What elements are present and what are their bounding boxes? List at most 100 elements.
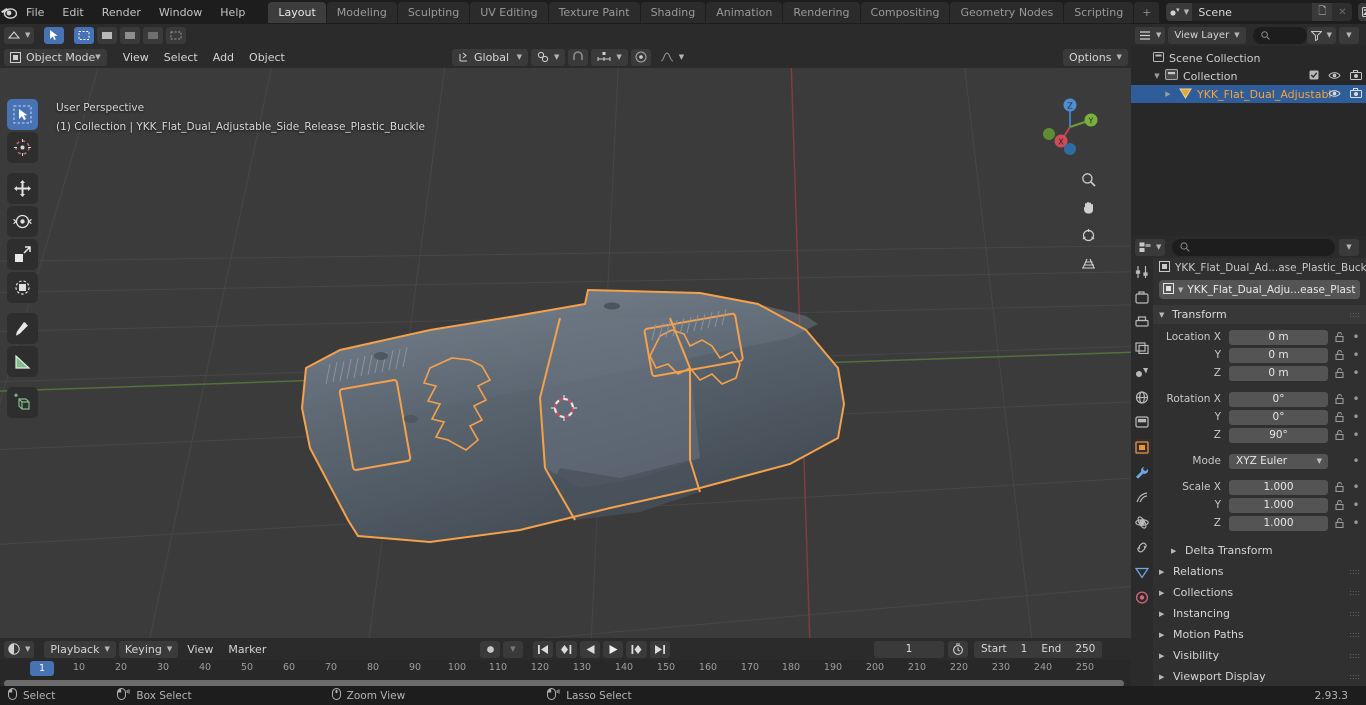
workspace-tab-sculpting[interactable]: Sculpting bbox=[397, 1, 470, 23]
render-tab[interactable] bbox=[1133, 289, 1151, 305]
panel-relations[interactable]: ▶ Relations :::: bbox=[1153, 561, 1366, 582]
snap-target-dropdown[interactable]: ▼ bbox=[531, 48, 566, 66]
timeline-menu-view[interactable]: View bbox=[181, 641, 219, 658]
prev-keyframe-button[interactable] bbox=[556, 640, 577, 658]
lock-icon[interactable] bbox=[1332, 368, 1346, 378]
magnet-icon[interactable] bbox=[568, 48, 589, 66]
checkbox-icon[interactable] bbox=[1309, 70, 1319, 83]
output-tab[interactable] bbox=[1133, 314, 1151, 330]
hand-icon[interactable] bbox=[1077, 196, 1099, 218]
menu-render[interactable]: Render bbox=[93, 3, 150, 21]
animate-dot-icon[interactable]: • bbox=[1350, 516, 1362, 530]
snap-to-dropdown[interactable]: ▼ bbox=[591, 48, 628, 66]
location-z-input[interactable]: 0 m bbox=[1229, 365, 1328, 381]
jump-to-start-button[interactable] bbox=[533, 640, 553, 658]
timeline-scrubber[interactable]: 1 10 20 30 40 50 60 70 80 90 100 110 120… bbox=[0, 660, 1131, 680]
select-more-icon[interactable] bbox=[166, 26, 187, 44]
lock-icon[interactable] bbox=[1332, 482, 1346, 492]
blender-logo-icon[interactable] bbox=[0, 0, 17, 24]
expander-down-icon[interactable]: ▼ bbox=[1152, 72, 1162, 80]
camera-render-icon[interactable] bbox=[1350, 87, 1362, 101]
rotation-x-input[interactable]: 0° bbox=[1229, 391, 1328, 407]
viewport-menu-object[interactable]: Object bbox=[243, 49, 291, 66]
physics-tab[interactable] bbox=[1133, 514, 1151, 530]
grid-persp-icon[interactable] bbox=[1077, 252, 1099, 274]
panel-visibility[interactable]: ▶ Visibility :::: bbox=[1153, 645, 1366, 666]
panel-motion-paths[interactable]: ▶ Motion Paths :::: bbox=[1153, 624, 1366, 645]
outliner-display-mode[interactable]: View Layer ▼ bbox=[1168, 26, 1246, 44]
filter-icon[interactable]: ▼ bbox=[1306, 26, 1336, 44]
rotate-tool[interactable] bbox=[7, 206, 38, 237]
properties-options-icon[interactable]: ▼ bbox=[1339, 238, 1359, 256]
animate-dot-icon[interactable]: • bbox=[1350, 348, 1362, 362]
navigation-gizmo[interactable]: Z Y X bbox=[1037, 94, 1103, 160]
viewport-menu-view[interactable]: View bbox=[117, 49, 155, 66]
scene-name[interactable]: Scene bbox=[1192, 3, 1313, 21]
start-value[interactable]: 1 bbox=[1014, 643, 1035, 655]
outliner-row-scene-collection[interactable]: Scene Collection bbox=[1131, 49, 1366, 67]
move-tool[interactable] bbox=[7, 173, 38, 204]
playback-dropdown[interactable]: Playback ▼ bbox=[44, 640, 116, 658]
scale-y-input[interactable]: 1.000 bbox=[1229, 497, 1328, 513]
rotation-y-input[interactable]: 0° bbox=[1229, 409, 1328, 425]
viewport-menu-add[interactable]: Add bbox=[207, 49, 240, 66]
record-icon[interactable] bbox=[480, 640, 500, 658]
select-circle-icon[interactable] bbox=[97, 26, 118, 44]
lock-icon[interactable] bbox=[1332, 332, 1346, 342]
rotation-z-input[interactable]: 90° bbox=[1229, 427, 1328, 443]
lock-icon[interactable] bbox=[1332, 412, 1346, 422]
camera-icon[interactable] bbox=[1077, 224, 1099, 246]
workspace-tab-geometry-nodes[interactable]: Geometry Nodes bbox=[950, 1, 1064, 23]
next-keyframe-button[interactable] bbox=[626, 640, 647, 658]
animate-dot-icon[interactable]: • bbox=[1350, 330, 1362, 344]
x-icon[interactable]: ✕ bbox=[1332, 3, 1353, 21]
lock-icon[interactable] bbox=[1332, 350, 1346, 360]
eye-icon[interactable] bbox=[1328, 70, 1341, 83]
properties-editor-icon[interactable]: ▼ bbox=[1135, 238, 1166, 256]
menu-edit[interactable]: Edit bbox=[53, 3, 92, 21]
animate-dot-icon[interactable]: • bbox=[1350, 392, 1362, 406]
workspace-tab-layout[interactable]: Layout bbox=[268, 1, 326, 23]
select-box-icon[interactable] bbox=[74, 26, 95, 44]
use-preview-range-icon[interactable] bbox=[948, 640, 968, 658]
timeline-editor-icon[interactable]: ▼ bbox=[4, 640, 35, 658]
animate-dot-icon[interactable]: • bbox=[1350, 410, 1362, 424]
animate-dot-icon[interactable]: • bbox=[1350, 366, 1362, 380]
lock-icon[interactable] bbox=[1332, 394, 1346, 404]
keying-dropdown[interactable]: Keying ▼ bbox=[118, 640, 179, 658]
drag-grip-icon[interactable]: :::: bbox=[1349, 567, 1360, 575]
world-tab[interactable] bbox=[1133, 389, 1151, 405]
outliner-search-input[interactable] bbox=[1252, 26, 1307, 44]
copy-icon[interactable]: 🗋 bbox=[1312, 3, 1333, 21]
magnifier-icon[interactable] bbox=[1077, 168, 1099, 190]
outliner-options-icon[interactable]: ▼ bbox=[1339, 26, 1359, 44]
rotation-mode-select[interactable]: XYZ Euler ▼ bbox=[1229, 453, 1328, 469]
scale-z-input[interactable]: 1.000 bbox=[1229, 515, 1328, 531]
keying-set-dropdown[interactable]: ▼ bbox=[503, 640, 523, 658]
object-tab[interactable] bbox=[1133, 439, 1151, 455]
menu-help[interactable]: Help bbox=[211, 3, 254, 21]
cursor-select-mode-icon[interactable] bbox=[44, 26, 65, 44]
workspace-tab-uv-editing[interactable]: UV Editing bbox=[470, 1, 548, 23]
animate-dot-icon[interactable]: • bbox=[1350, 498, 1362, 512]
scene-selector[interactable]: ▼ Scene 🗋 ✕ bbox=[1166, 3, 1353, 21]
expander-right-icon[interactable]: ▶ bbox=[1163, 90, 1173, 98]
workspace-tab-shading[interactable]: Shading bbox=[640, 1, 706, 23]
lock-icon[interactable] bbox=[1332, 500, 1346, 510]
object-mode-dropdown[interactable]: Object Mode ▼ bbox=[4, 48, 107, 66]
select-extend-icon[interactable] bbox=[143, 26, 164, 44]
chevron-down-icon[interactable]: ▼ bbox=[1178, 286, 1183, 294]
workspace-tab-scripting[interactable]: Scripting bbox=[1064, 1, 1134, 23]
select-lasso-icon[interactable] bbox=[120, 26, 141, 44]
object-name-value[interactable]: YKK_Flat_Dual_Adju...ease_Plastic_Buckle bbox=[1187, 283, 1356, 296]
viewport-3d[interactable]: User Perspective (1) Collection | YKK_Fl… bbox=[0, 68, 1131, 638]
playhead[interactable]: 1 bbox=[30, 661, 54, 676]
view-layer-selector[interactable]: ▼ View Layer 🗋 ✕ bbox=[1358, 3, 1366, 21]
viewport-menu-select[interactable]: Select bbox=[158, 49, 204, 66]
material-tab[interactable] bbox=[1133, 589, 1151, 605]
proportional-editing-icon[interactable] bbox=[630, 48, 651, 66]
panel-delta-transform[interactable]: ▶ Delta Transform bbox=[1153, 540, 1366, 561]
scale-x-input[interactable]: 1.000 bbox=[1229, 479, 1328, 495]
cursor-tool[interactable] bbox=[7, 132, 38, 163]
location-y-input[interactable]: 0 m bbox=[1229, 347, 1328, 363]
